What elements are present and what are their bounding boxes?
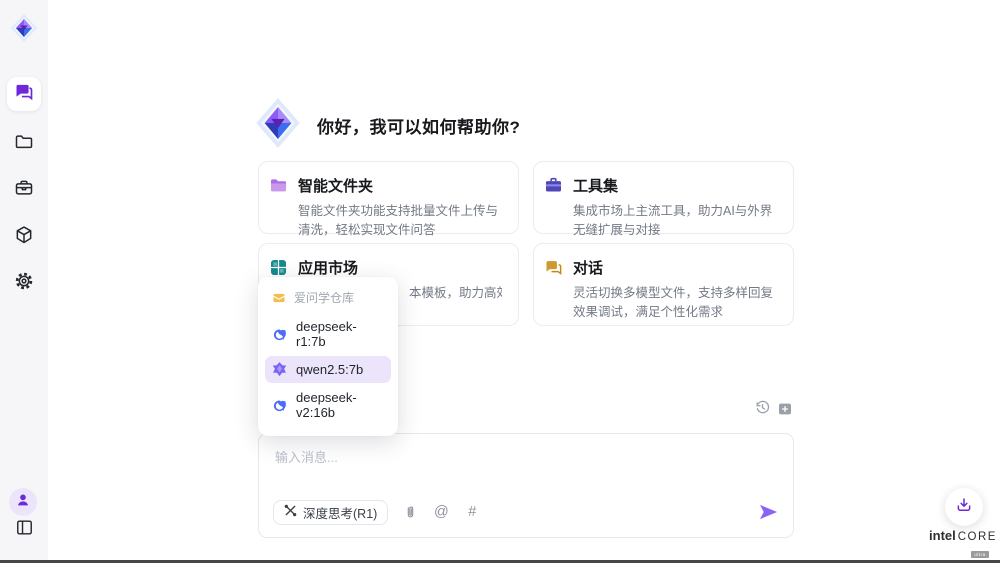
panel-toggle-icon — [15, 518, 34, 542]
smart-folder-icon — [269, 176, 288, 195]
card-title: 对话 — [573, 257, 603, 278]
sidebar-item-settings[interactable] — [13, 272, 35, 294]
new-chat-button[interactable] — [775, 401, 795, 421]
send-button[interactable] — [757, 501, 779, 523]
folder-icon — [14, 132, 34, 157]
card-title: 应用市场 — [298, 257, 358, 278]
model-option-label: qwen2.5:7b — [296, 362, 363, 377]
deepseek-icon — [271, 326, 288, 343]
mention-button[interactable]: @ — [432, 503, 450, 521]
model-option-deepseek-v2[interactable]: deepseek-v2:16b — [265, 385, 391, 425]
sidebar-item-chat[interactable] — [7, 77, 41, 111]
card-title: 工具集 — [573, 175, 618, 196]
user-avatar-icon — [15, 492, 31, 513]
app-window: 你好，我可以如何帮助你? 智能文件夹 智能文件夹功能支持批量文件上传与清洗，轻松… — [0, 0, 1000, 563]
card-description: 智能文件夹功能支持批量文件上传与清洗，轻松实现文件问答 — [298, 202, 502, 241]
cube-icon — [14, 225, 34, 250]
model-option-label: deepseek-r1:7b — [296, 319, 385, 349]
toolset-icon — [544, 176, 563, 195]
app-logo-large-icon — [253, 96, 303, 155]
intel-core-logo: intel core ultra — [930, 528, 996, 561]
new-chat-icon — [777, 401, 793, 422]
history-button[interactable] — [752, 400, 772, 420]
download-button[interactable] — [945, 488, 983, 526]
card-description: 灵活切换多模型文件，支持多样回复效果调试，满足个性化需求 — [573, 284, 777, 323]
sidebar — [0, 0, 48, 563]
model-option-deepseek-r1[interactable]: deepseek-r1:7b — [265, 314, 391, 354]
message-input[interactable]: 输入消息... — [275, 447, 338, 466]
model-option-qwen[interactable]: qwen2.5:7b — [265, 356, 391, 383]
model-repo-icon — [270, 289, 287, 306]
model-dropdown-header: 爱问学仓库 — [258, 285, 398, 312]
deepseek-icon — [271, 397, 288, 414]
deep-think-button[interactable]: 深度思考(R1) — [273, 500, 388, 525]
deep-think-icon — [284, 504, 297, 520]
card-description-fragment: 本模板，助力高效生成多 — [409, 284, 502, 303]
card-conversation[interactable]: 对话 灵活切换多模型文件，支持多样回复效果调试，满足个性化需求 — [533, 243, 794, 326]
gear-icon — [14, 271, 34, 296]
qwen-icon — [271, 361, 288, 378]
conversation-icon — [544, 258, 563, 277]
chat-icon — [14, 82, 34, 107]
greeting-text: 你好，我可以如何帮助你? — [317, 113, 520, 138]
sidebar-item-panel-toggle[interactable] — [13, 519, 35, 541]
intel-badge: ultra — [971, 551, 988, 558]
sidebar-item-toolbox[interactable] — [13, 179, 35, 201]
briefcase-icon — [14, 178, 34, 203]
sidebar-item-profile[interactable] — [9, 488, 37, 516]
greeting-header: 你好，我可以如何帮助你? — [253, 96, 520, 155]
sidebar-item-models[interactable] — [13, 226, 35, 248]
download-icon — [955, 496, 973, 519]
topic-button[interactable]: # — [463, 503, 481, 521]
model-option-label: deepseek-v2:16b — [296, 390, 385, 420]
card-toolset[interactable]: 工具集 集成市场上主流工具，助力AI与外界无缝扩展与对接 — [533, 161, 794, 234]
model-dropdown: 爱问学仓库 deepseek-r1:7b qwen2.5:7b — [258, 277, 398, 436]
app-logo-icon — [9, 13, 39, 43]
card-smart-folder[interactable]: 智能文件夹 智能文件夹功能支持批量文件上传与清洗，轻松实现文件问答 — [258, 161, 519, 234]
card-title: 智能文件夹 — [298, 175, 373, 196]
history-icon — [754, 399, 771, 421]
composer-toolbar: 深度思考(R1) @ # — [273, 499, 779, 525]
card-description: 集成市场上主流工具，助力AI与外界无缝扩展与对接 — [573, 202, 777, 241]
sidebar-item-folders[interactable] — [13, 133, 35, 155]
attachment-button[interactable] — [401, 503, 419, 521]
app-market-icon — [269, 258, 288, 277]
message-composer[interactable]: 输入消息... 深度思考(R1) @ # — [258, 433, 794, 538]
